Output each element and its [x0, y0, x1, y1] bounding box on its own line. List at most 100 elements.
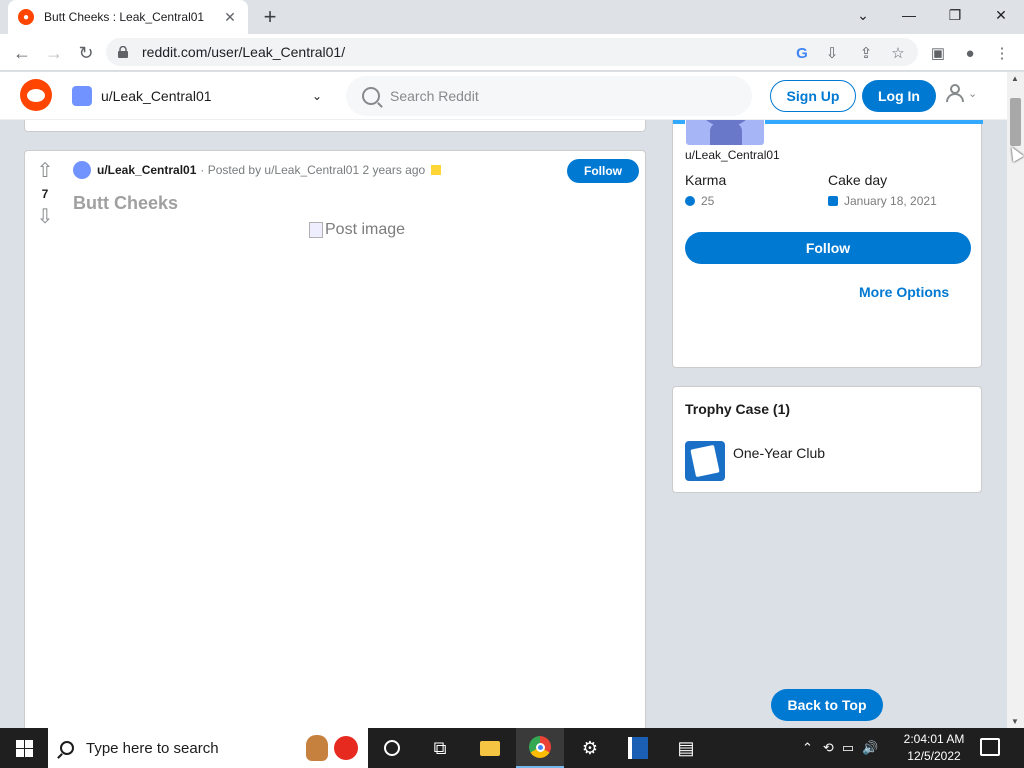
user-avatar-icon [72, 86, 92, 106]
start-button[interactable] [0, 728, 48, 768]
karma-label: Karma [685, 172, 727, 188]
reddit-search[interactable] [346, 76, 752, 116]
chrome-icon [529, 736, 551, 758]
reload-button[interactable]: ↻ [72, 39, 100, 67]
post-meta: u/Leak_Central01 · Posted by u/Leak_Cent… [73, 161, 442, 179]
page-scrollbar[interactable]: ▲ ▼ [1007, 72, 1024, 728]
karma-value: 25 [685, 194, 714, 208]
search-icon [60, 741, 74, 755]
post-image-alt: Post image [325, 221, 406, 238]
tab-title: Butt Cheeks : Leak_Central01 [44, 10, 205, 24]
cakeday-label: Cake day [828, 172, 888, 188]
cakeday-date: January 18, 2021 [844, 194, 937, 208]
scroll-up-icon[interactable]: ▲ [1011, 74, 1019, 83]
tab-search-icon[interactable]: ⌄ [840, 0, 886, 30]
app-button[interactable] [614, 728, 662, 768]
back-button[interactable]: ← [8, 39, 36, 67]
karma-number: 25 [701, 194, 715, 208]
share-icon[interactable]: ⇪ [856, 43, 876, 63]
log-in-button[interactable]: Log In [862, 80, 936, 112]
lock-icon [118, 45, 128, 58]
close-window-button[interactable]: ✕ [978, 0, 1024, 30]
award-icon [431, 165, 442, 175]
ornament-icon [334, 736, 358, 760]
trophy-case-card: Trophy Case (1) One-Year Club [672, 386, 982, 493]
taskbar-search-placeholder: Type here to search [86, 739, 219, 757]
update-icon[interactable]: ⟲ [823, 740, 834, 756]
notifications-icon[interactable] [980, 738, 1000, 756]
profile-follow-button[interactable]: Follow [685, 232, 971, 264]
trophy-case-title: Trophy Case (1) [685, 401, 791, 417]
reddit-header: u/Leak_Central01 ⌄ Sign Up Log In ⌄ [0, 72, 1007, 120]
post-score: 7 [41, 187, 49, 201]
window-icon: ▤ [677, 737, 695, 758]
user-menu[interactable]: ⌄ [946, 84, 977, 102]
profile-username: u/Leak_Central01 [685, 148, 780, 162]
chevron-down-icon: ⌄ [311, 89, 322, 103]
cortana-icon [384, 740, 400, 756]
volume-icon[interactable]: 🔊 [862, 740, 878, 756]
downvote-icon[interactable]: ⇩ [37, 207, 54, 227]
restore-button[interactable]: ❐ [932, 0, 978, 30]
community-name: u/Leak_Central01 [101, 88, 212, 104]
taskbar: Type here to search ⧉ ⚙ ▤ ⌃ ⟲ ▭ 🔊 2:04:0… [0, 728, 1024, 768]
google-icon[interactable]: G [792, 43, 812, 63]
task-view-icon: ⧉ [433, 737, 447, 758]
scrollbar-thumb[interactable] [1010, 98, 1021, 146]
download-icon[interactable]: ⇩ [822, 43, 842, 63]
search-input[interactable] [390, 88, 710, 104]
post-card[interactable]: ⇧ 7 ⇩ u/Leak_Central01 · Posted by u/Lea… [24, 150, 646, 728]
windows-logo-icon [15, 739, 33, 757]
tab-close-icon[interactable]: ✕ [222, 9, 238, 26]
forward-button[interactable]: → [40, 39, 68, 67]
broken-image-icon [309, 222, 323, 238]
gingerbread-icon [306, 735, 328, 761]
sidebar-icon[interactable]: ▣ [928, 43, 948, 63]
clock[interactable]: 2:04:01 AM 12/5/2022 [898, 731, 970, 765]
task-view-button[interactable]: ⧉ [416, 728, 464, 768]
app-icon [628, 737, 648, 759]
back-to-top-button[interactable]: Back to Top [771, 689, 883, 721]
scroll-down-icon[interactable]: ▼ [1011, 717, 1019, 726]
cakeday-value: January 18, 2021 [828, 194, 937, 208]
upvote-icon[interactable]: ⇧ [37, 161, 54, 181]
folder-icon [480, 740, 500, 756]
app2-button[interactable]: ▤ [662, 728, 710, 768]
clock-time: 2:04:01 AM [903, 732, 965, 746]
minimize-button[interactable]: — [886, 0, 932, 30]
new-tab-button[interactable]: + [258, 4, 282, 29]
post-title[interactable]: Butt Cheeks [73, 193, 178, 214]
profile-icon[interactable]: ● [960, 43, 980, 63]
url-text: reddit.com/user/Leak_Central01/ [142, 44, 346, 60]
reddit-logo-icon[interactable] [20, 79, 52, 111]
trophy-item[interactable]: One-Year Club [685, 441, 825, 481]
cortana-button[interactable] [368, 728, 416, 768]
page-viewport: u/Leak_Central01 ⌄ Sign Up Log In ⌄ ⇧ 7 … [0, 72, 1007, 728]
chrome-button[interactable] [516, 728, 564, 768]
community-selector[interactable]: u/Leak_Central01 ⌄ [72, 86, 322, 106]
browser-tabstrip: ● Butt Cheeks : Leak_Central01 ✕ + ⌄ — ❐… [0, 0, 1024, 34]
settings-button[interactable]: ⚙ [566, 728, 614, 768]
file-explorer-button[interactable] [466, 728, 514, 768]
post-image[interactable]: Post image [309, 221, 405, 239]
clock-date: 12/5/2022 [907, 749, 961, 763]
browser-tab[interactable]: ● Butt Cheeks : Leak_Central01 ✕ [8, 0, 248, 34]
chevron-down-icon: ⌄ [968, 87, 978, 100]
browser-toolbar: ← → ↻ reddit.com/user/Leak_Central01/ G … [0, 34, 1024, 71]
chevron-up-icon[interactable]: ⌃ [802, 740, 813, 756]
cake-icon [828, 196, 838, 206]
star-icon[interactable]: ☆ [888, 43, 908, 63]
sign-up-button[interactable]: Sign Up [770, 80, 856, 112]
post-author[interactable]: u/Leak_Central01 [97, 163, 196, 177]
network-icon[interactable]: ▭ [842, 740, 854, 756]
menu-icon[interactable]: ⋮ [992, 43, 1012, 63]
vote-column: ⇧ 7 ⇩ [25, 151, 65, 227]
posted-by-text: · Posted by u/Leak_Central01 2 years ago [200, 163, 426, 177]
gear-icon: ⚙ [581, 737, 599, 758]
follow-button[interactable]: Follow [567, 159, 639, 183]
author-avatar[interactable] [73, 161, 91, 179]
taskbar-search[interactable]: Type here to search [48, 728, 368, 768]
more-options-link[interactable]: More Options [859, 284, 949, 300]
one-year-club-icon [685, 441, 725, 481]
reddit-favicon-icon: ● [18, 9, 34, 25]
